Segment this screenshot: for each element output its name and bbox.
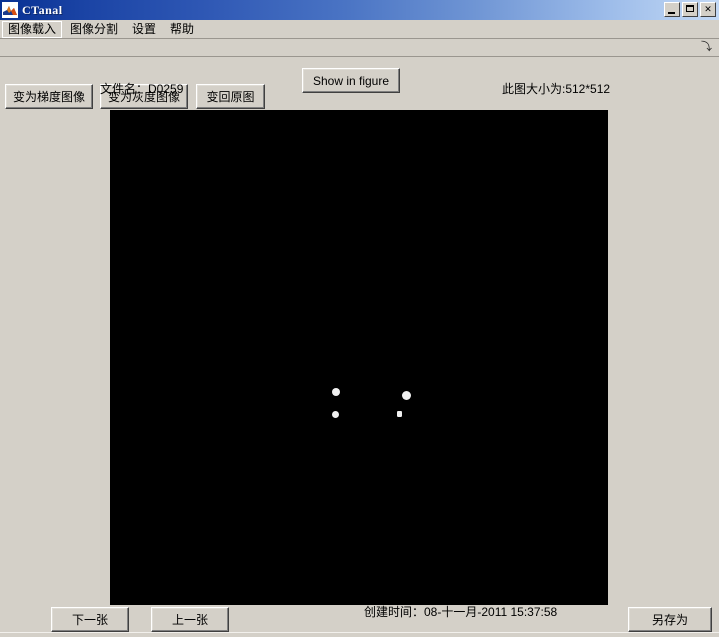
created-time-label: 创建时间：08-十一月-2011 15:37:58 [364,605,558,619]
bright-spot-upper-right [402,391,411,400]
save-as-button-label: 另存为 [651,613,688,627]
save-as-button[interactable]: 另存为 [628,607,712,632]
menu-settings[interactable]: 设置 [126,21,162,38]
to-gradient-image-button[interactable]: 变为梯度图像 [5,84,93,109]
maximize-button[interactable] [682,2,698,17]
toolbar-strip: ⤵ [0,40,719,57]
revert-to-original-button[interactable]: 变回原图 [196,84,265,109]
prev-image-button-label: 下一张 [71,613,108,627]
menu-help-label: 帮助 [170,21,195,36]
minimize-icon [668,12,675,14]
image-canvas[interactable] [110,110,608,605]
maximize-icon [686,5,694,12]
window-bottom-frame [0,632,719,637]
next-image-button[interactable]: 上一张 [151,607,229,632]
resize-grip-icon[interactable]: ⤵ [701,41,712,53]
menu-settings-label: 设置 [132,21,157,36]
matlab-logo-icon [2,2,18,18]
close-icon: ✕ [704,4,712,14]
menu-image-load-label: 图像载入 [8,21,57,36]
menu-help[interactable]: 帮助 [164,21,200,38]
filename-label: 文件名：D0259 [100,82,184,96]
menu-image-load[interactable]: 图像载入 [2,20,63,38]
show-in-figure-button-label: Show in figure [312,73,390,88]
show-in-figure-button[interactable]: Show in figure [302,68,400,93]
to-gradient-image-button-label: 变为梯度图像 [12,90,85,104]
prev-image-button[interactable]: 下一张 [51,607,129,632]
bright-spot-lower-right [397,411,402,417]
menu-image-segmentation[interactable]: 图像分割 [64,21,124,38]
menu-bar: 图像载入 图像分割 设置 帮助 [0,20,719,39]
menu-image-segmentation-label: 图像分割 [70,21,119,36]
bright-spot-lower-left [332,411,339,418]
image-size-label: 此图大小为:512*512 [502,82,611,96]
bright-spot-upper-left [332,388,340,396]
application-window: CTanal ✕ 图像载入 图像分割 设置 帮助 ⤵ 变为梯度图像 变为灰度图像… [0,0,719,637]
window-controls: ✕ [664,2,716,17]
minimize-button[interactable] [664,2,680,17]
revert-to-original-button-label: 变回原图 [206,90,255,104]
window-title: CTanal [22,3,63,17]
close-button[interactable]: ✕ [700,2,716,17]
next-image-button-label: 上一张 [171,613,208,627]
client-area: ⤵ 变为梯度图像 变为灰度图像 变回原图 Show in figure 文件名：… [0,40,719,637]
title-bar: CTanal ✕ [0,0,719,20]
